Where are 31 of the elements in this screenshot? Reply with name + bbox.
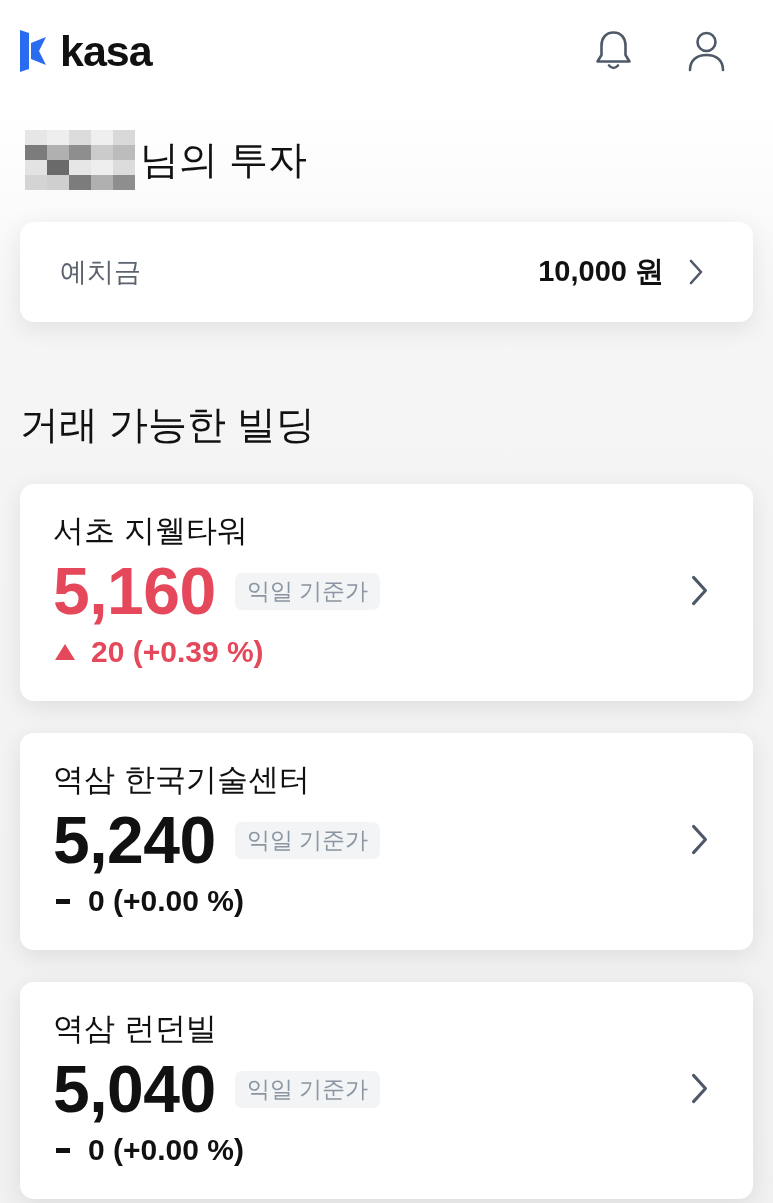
deposit-amount: 10,000 원 <box>538 254 664 290</box>
building-card[interactable]: 역삼 런던빌 5,040 익일 기준가 0 (+0.00 %) <box>20 982 753 1199</box>
building-name: 서초 지웰타워 <box>53 512 248 550</box>
price-basis-tag: 익일 기준가 <box>234 821 381 859</box>
price-change: 20 (+0.39 %) <box>91 634 264 670</box>
dash-icon <box>56 898 70 904</box>
building-price: 5,240 <box>53 805 216 875</box>
building-price: 5,160 <box>53 556 216 626</box>
deposit-card[interactable]: 예치금 10,000 원 <box>20 222 753 322</box>
chevron-right-icon <box>691 1072 708 1104</box>
building-price: 5,040 <box>53 1054 216 1124</box>
logo-text: kasa <box>60 30 152 72</box>
price-change: 0 (+0.00 %) <box>88 1132 244 1168</box>
dash-icon <box>56 1147 70 1153</box>
price-basis-tag: 익일 기준가 <box>234 1070 381 1108</box>
price-basis-tag: 익일 기준가 <box>234 572 381 610</box>
bell-icon[interactable] <box>595 30 632 72</box>
chevron-right-icon <box>689 259 703 285</box>
chevron-right-icon <box>691 574 708 606</box>
up-triangle-icon <box>55 644 75 660</box>
chevron-right-icon <box>691 823 708 855</box>
price-change: 0 (+0.00 %) <box>88 883 244 919</box>
building-name: 역삼 런던빌 <box>53 1010 217 1048</box>
section-title: 거래 가능한 빌딩 <box>20 402 315 448</box>
building-card[interactable]: 서초 지웰타워 5,160 익일 기준가 20 (+0.39 %) <box>20 484 753 701</box>
logo-mark-icon <box>20 30 46 72</box>
building-name: 역삼 한국기술센터 <box>53 761 310 799</box>
building-card[interactable]: 역삼 한국기술센터 5,240 익일 기준가 0 (+0.00 %) <box>20 733 753 950</box>
person-icon[interactable] <box>688 30 725 72</box>
deposit-label: 예치금 <box>60 255 141 289</box>
greeting-title: 님의 투자 <box>140 136 307 183</box>
